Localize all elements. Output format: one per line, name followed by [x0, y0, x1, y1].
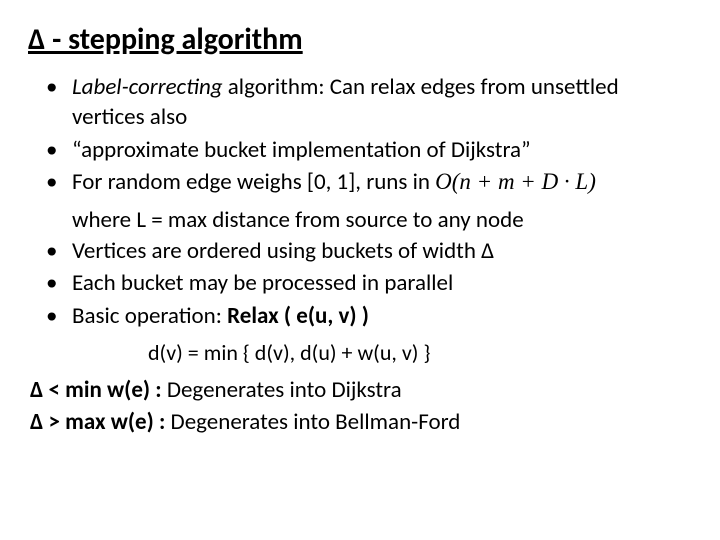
bullet-continuation: where L = max distance from source to an… [72, 205, 692, 235]
bullet-text: Vertices are ordered using buckets of wi… [72, 237, 494, 265]
slide-container: Δ - stepping algorithm Label-correcting … [0, 0, 720, 540]
bullet-item: Vertices are ordered using buckets of wi… [46, 236, 692, 266]
bullet-item: Label-correcting algorithm: Can relax ed… [46, 72, 692, 133]
bullet-item: “approximate bucket implementation of Di… [46, 135, 692, 165]
condition-bold: Δ < min w(e) : [30, 376, 162, 404]
bottom-notes: Δ < min w(e) : Degenerates into Dijkstra… [30, 375, 692, 437]
condition-rest: Degenerates into Bellman-Ford [165, 408, 460, 436]
slide-title: Δ - stepping algorithm [28, 22, 692, 58]
degenerate-case-line: Δ > max w(e) : Degenerates into Bellman-… [30, 407, 692, 438]
condition-rest: Degenerates into Dijkstra [162, 376, 402, 404]
degenerate-case-line: Δ < min w(e) : Degenerates into Dijkstra [30, 375, 692, 406]
bullet-list: Label-correcting algorithm: Can relax ed… [46, 72, 692, 197]
bullet-text: Label-correcting [72, 73, 223, 101]
bullet-item: For random edge weighs [0, 1], runs in O… [46, 167, 692, 197]
bullet-text: “approximate bucket implementation of Di… [72, 136, 531, 164]
bullet-item: Each bucket may be processed in parallel [46, 268, 692, 298]
bullet-item: Basic operation: Relax ( e(u, v) ) [46, 301, 692, 331]
bullet-text-bold: Relax ( e(u, v) ) [227, 302, 369, 330]
relax-definition: d(v) = min { d(v), d(u) + w(u, v) } [148, 339, 692, 368]
complexity-formula: O(n + m + D · L) [435, 169, 596, 194]
bullet-text: Basic operation: [72, 302, 227, 330]
bullet-text: Each bucket may be processed in parallel [72, 269, 453, 297]
bullet-list: Vertices are ordered using buckets of wi… [46, 236, 692, 331]
condition-bold: Δ > max w(e) : [30, 408, 165, 436]
bullet-text: For random edge weighs [0, 1], runs in [72, 168, 435, 196]
